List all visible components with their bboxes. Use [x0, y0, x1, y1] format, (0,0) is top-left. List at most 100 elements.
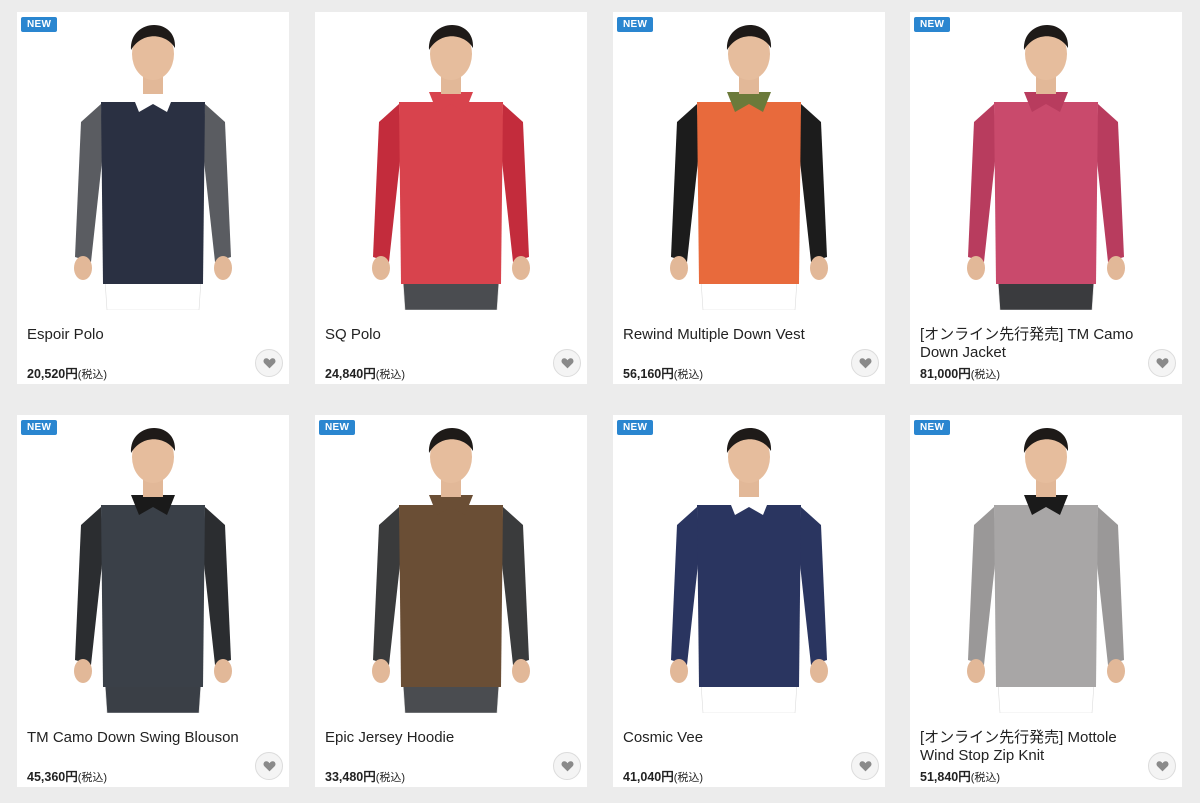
sleeve-shape [968, 507, 996, 665]
product-price: 33,480円(税込) [325, 766, 405, 785]
heart-icon [263, 761, 275, 772]
hand-shape [372, 256, 390, 280]
product-image[interactable]: NEW [17, 415, 289, 713]
favorite-button[interactable] [851, 349, 879, 377]
product-price: 20,520円(税込) [27, 363, 107, 382]
pants-shape [997, 279, 1095, 310]
tax-label: (税込) [673, 772, 704, 784]
product-image[interactable]: NEW [910, 415, 1182, 713]
model-figure [372, 427, 530, 713]
hand-shape [512, 659, 530, 683]
favorite-button[interactable] [553, 349, 581, 377]
torso-shape [697, 505, 801, 687]
favorite-button[interactable] [553, 752, 581, 780]
product-title[interactable]: Espoir Polo [27, 326, 257, 344]
price-value: 24,840円 [325, 367, 376, 381]
sleeve-shape [373, 104, 401, 262]
sleeve-shape [501, 104, 529, 262]
torso-shape [697, 102, 801, 284]
price-value: 56,160円 [623, 367, 674, 381]
pants-shape [700, 279, 798, 310]
hand-shape [74, 659, 92, 683]
new-badge: NEW [914, 420, 951, 435]
tax-label: (税込) [77, 369, 108, 381]
heart-icon [859, 358, 871, 369]
product-card[interactable]: NEW Cosmic Vee 41,040円(税込) [613, 415, 885, 787]
sleeve-shape [373, 507, 401, 665]
hand-shape [670, 256, 688, 280]
sleeve-shape [671, 104, 699, 262]
pants-shape [402, 682, 500, 713]
hand-shape [512, 256, 530, 280]
product-title[interactable]: [オンライン先行発売] Mottole Wind Stop Zip Knit [920, 729, 1150, 765]
product-title[interactable]: Epic Jersey Hoodie [325, 729, 555, 747]
hand-shape [810, 256, 828, 280]
tax-label: (税込) [673, 369, 704, 381]
product-title[interactable]: TM Camo Down Swing Blouson [27, 729, 257, 747]
product-card[interactable]: NEW Rewind Multiple Down Vest 56,160円(税込… [613, 12, 885, 384]
model-figure [967, 427, 1125, 713]
sleeve-shape [799, 507, 827, 665]
heart-icon [859, 761, 871, 772]
new-badge: NEW [21, 420, 58, 435]
price-value: 41,040円 [623, 770, 674, 784]
torso-shape [101, 505, 205, 687]
hand-shape [214, 256, 232, 280]
product-image[interactable]: NEW [315, 415, 587, 713]
new-badge: NEW [617, 17, 654, 32]
tax-label: (税込) [375, 772, 406, 784]
new-badge: NEW [319, 420, 356, 435]
favorite-button[interactable] [1148, 752, 1176, 780]
price-value: 20,520円 [27, 367, 78, 381]
model-figure [670, 427, 828, 713]
torso-shape [101, 102, 205, 284]
favorite-button[interactable] [255, 752, 283, 780]
sleeve-shape [671, 507, 699, 665]
favorite-button[interactable] [851, 752, 879, 780]
product-title[interactable]: Cosmic Vee [623, 729, 853, 747]
product-grid: NEW Espoir Polo 20,520円(税込) SQ Polo 24,8… [0, 0, 1200, 803]
heart-icon [263, 358, 275, 369]
favorite-button[interactable] [1148, 349, 1176, 377]
product-image[interactable]: NEW [17, 12, 289, 310]
product-card[interactable]: NEW TM Camo Down Swing Blouson 45,360円(税… [17, 415, 289, 787]
model-figure [372, 24, 530, 310]
product-card[interactable]: NEW [オンライン先行発売] TM Camo Down Jacket 81,0… [910, 12, 1182, 384]
favorite-button[interactable] [255, 349, 283, 377]
price-value: 33,480円 [325, 770, 376, 784]
product-price: 41,040円(税込) [623, 766, 703, 785]
product-price: 56,160円(税込) [623, 363, 703, 382]
hand-shape [670, 659, 688, 683]
heart-icon [1156, 761, 1168, 772]
tax-label: (税込) [970, 369, 1001, 381]
sleeve-shape [75, 104, 103, 262]
product-title[interactable]: [オンライン先行発売] TM Camo Down Jacket [920, 326, 1150, 362]
pants-shape [104, 682, 202, 713]
product-card[interactable]: SQ Polo 24,840円(税込) [315, 12, 587, 384]
product-card[interactable]: NEW [オンライン先行発売] Mottole Wind Stop Zip Kn… [910, 415, 1182, 787]
hand-shape [967, 659, 985, 683]
product-image[interactable]: NEW [613, 12, 885, 310]
torso-shape [399, 102, 503, 284]
hand-shape [1107, 659, 1125, 683]
product-title[interactable]: Rewind Multiple Down Vest [623, 326, 853, 344]
sleeve-shape [799, 104, 827, 262]
sleeve-shape [1096, 104, 1124, 262]
product-card[interactable]: NEW Espoir Polo 20,520円(税込) [17, 12, 289, 384]
model-figure [74, 427, 232, 713]
torso-shape [399, 505, 503, 687]
torso-shape [994, 505, 1098, 687]
sleeve-shape [203, 104, 231, 262]
product-card[interactable]: NEW Epic Jersey Hoodie 33,480円(税込) [315, 415, 587, 787]
product-image[interactable] [315, 12, 587, 310]
sleeve-shape [501, 507, 529, 665]
product-image[interactable]: NEW [613, 415, 885, 713]
heart-icon [561, 761, 573, 772]
product-price: 51,840円(税込) [920, 766, 1000, 785]
product-image[interactable]: NEW [910, 12, 1182, 310]
tax-label: (税込) [970, 772, 1001, 784]
model-figure [74, 24, 232, 310]
product-title[interactable]: SQ Polo [325, 326, 555, 344]
hand-shape [74, 256, 92, 280]
sleeve-shape [75, 507, 103, 665]
